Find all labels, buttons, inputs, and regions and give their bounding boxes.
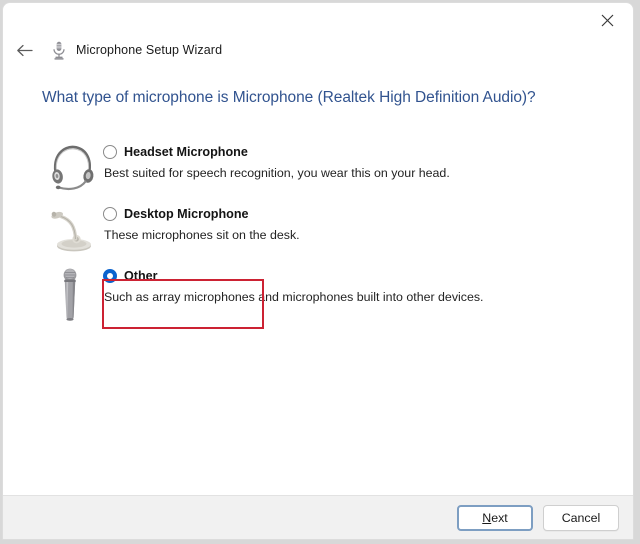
headset-glyph (52, 145, 94, 190)
cancel-button[interactable]: Cancel (543, 505, 619, 531)
option-other-microphone[interactable]: Other Such as array microphones and micr… (3, 263, 633, 327)
option-headset-description: Best suited for speech recognition, you … (104, 166, 450, 180)
back-arrow-glyph (16, 44, 33, 56)
close-icon[interactable] (585, 5, 629, 35)
wizard-header: Microphone Setup Wizard (3, 35, 633, 65)
option-desktop-body: Desktop Microphone These microphones sit… (103, 201, 633, 242)
next-button[interactable]: Next (457, 505, 533, 531)
microphone-type-options: Headset Microphone Best suited for speec… (3, 139, 633, 327)
option-other-description: Such as array microphones and microphone… (104, 290, 484, 304)
option-headset-body: Headset Microphone Best suited for speec… (103, 139, 633, 180)
option-other-label-line: Other (103, 267, 633, 285)
option-headset-title: Headset Microphone (124, 145, 248, 159)
option-headset-microphone[interactable]: Headset Microphone Best suited for speec… (3, 139, 633, 201)
option-other-body: Other Such as array microphones and micr… (103, 263, 633, 304)
wizard-window: Microphone Setup Wizard What type of mic… (2, 2, 634, 540)
desktop-microphone-icon (41, 201, 103, 255)
next-button-accel: N (482, 511, 492, 525)
option-desktop-title: Desktop Microphone (124, 207, 249, 221)
option-desktop-description: These microphones sit on the desk. (104, 228, 300, 242)
handheld-microphone-icon (41, 263, 103, 327)
page-title: What type of microphone is Microphone (R… (42, 89, 536, 106)
screen: Microphone Setup Wizard What type of mic… (0, 0, 640, 544)
radio-other-microphone[interactable] (103, 269, 117, 283)
radio-desktop-microphone[interactable] (103, 207, 117, 221)
radio-headset-microphone[interactable] (103, 145, 117, 159)
headset-microphone-icon (41, 139, 103, 193)
microphone-icon (50, 40, 68, 60)
handheld-microphone-glyph (63, 268, 77, 321)
microphone-glyph (53, 41, 65, 60)
desktop-microphone-glyph (51, 211, 91, 252)
option-headset-label-line: Headset Microphone (103, 143, 633, 161)
cancel-button-label: Cancel (561, 511, 601, 525)
option-other-title: Other (124, 269, 158, 283)
back-icon[interactable] (9, 35, 39, 65)
wizard-title: Microphone Setup Wizard (76, 43, 223, 57)
footer-bar: Next Cancel (3, 496, 633, 539)
option-desktop-microphone[interactable]: Desktop Microphone These microphones sit… (3, 201, 633, 263)
next-button-label: ext (491, 511, 508, 525)
option-desktop-label-line: Desktop Microphone (103, 205, 633, 223)
close-glyph (601, 14, 613, 26)
